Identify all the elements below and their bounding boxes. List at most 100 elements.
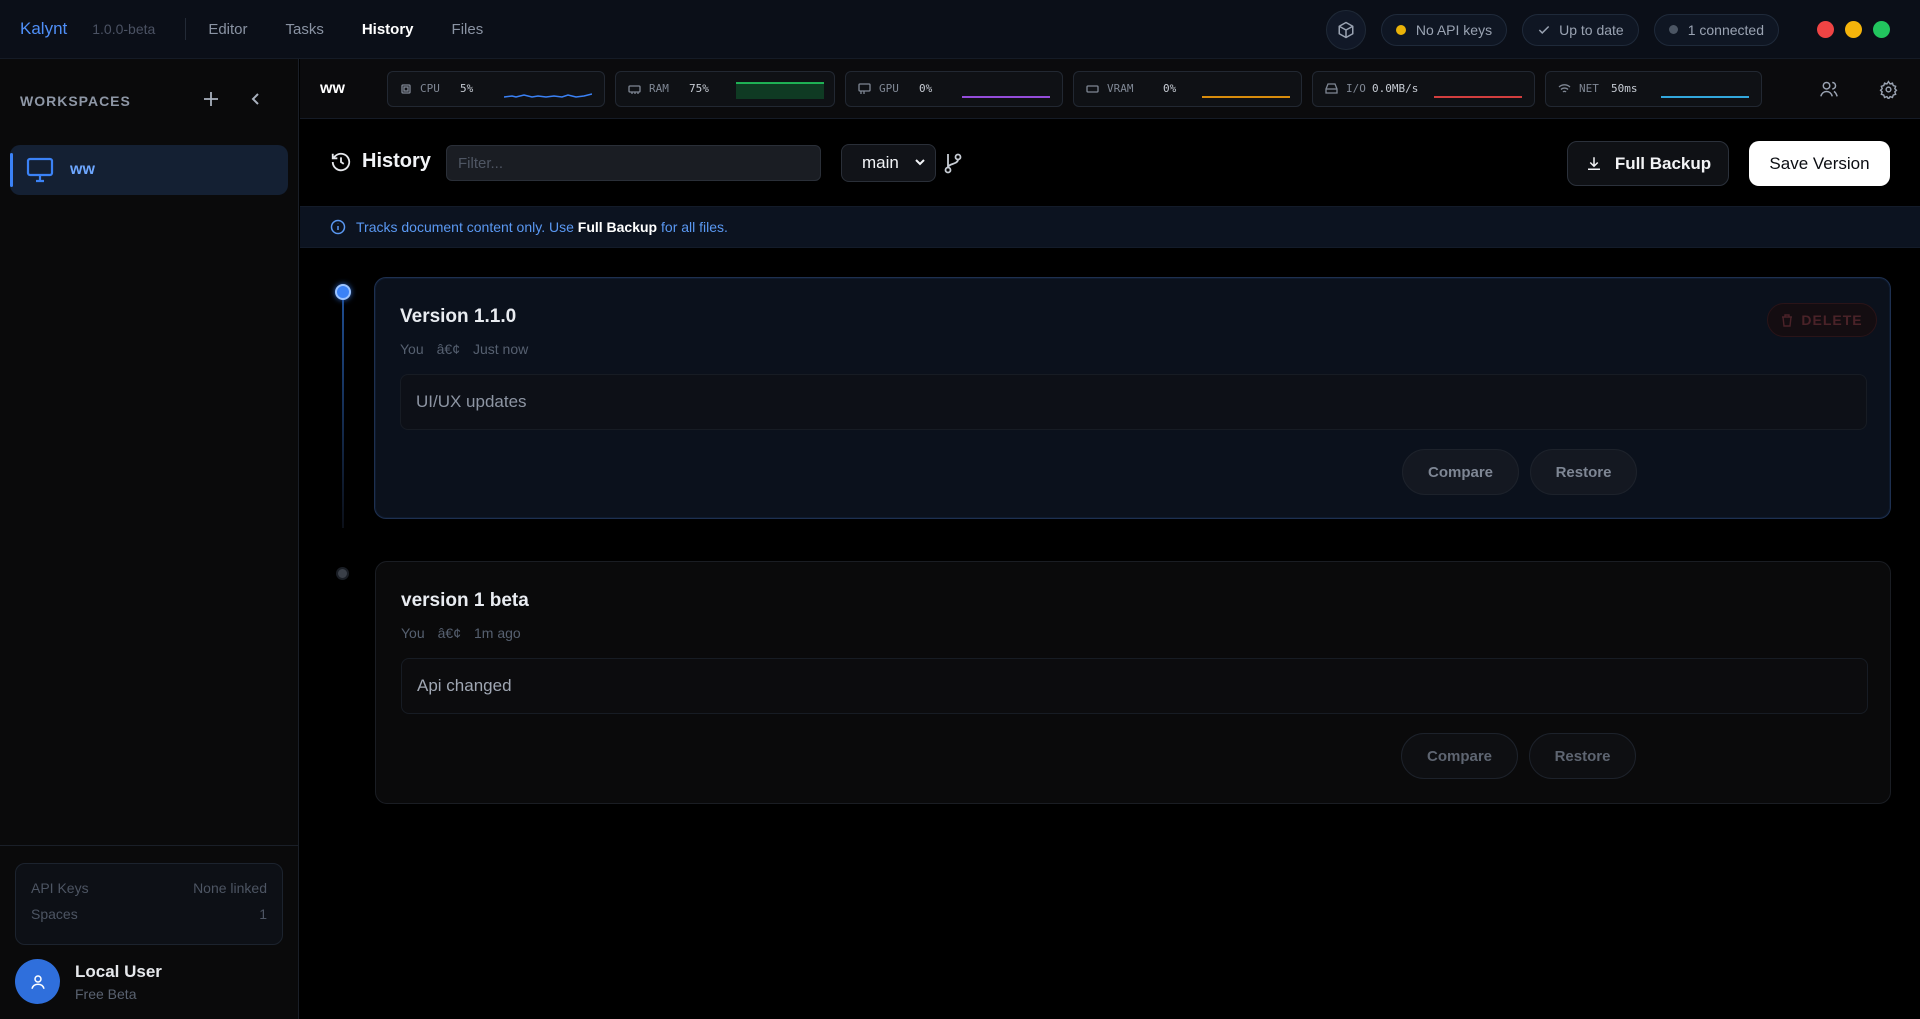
app-version: 1.0.0-beta	[92, 21, 156, 37]
ram-meter: RAM 75%	[615, 70, 835, 107]
cpu-sparkline	[504, 92, 592, 98]
workspace-item-ww[interactable]: ww	[10, 145, 288, 195]
net-meter: NET 50ms	[1545, 70, 1762, 107]
info-banner-text: Tracks document content only. Use Full B…	[356, 219, 728, 235]
version-author: You	[401, 625, 425, 641]
stat-spaces: Spaces 1	[31, 906, 267, 922]
git-branch-icon	[944, 153, 962, 174]
chevron-left-icon	[251, 93, 259, 105]
connection-dot	[1668, 25, 1678, 34]
full-backup-button[interactable]: Full Backup	[1567, 141, 1729, 186]
info-banner: Tracks document content only. Use Full B…	[300, 206, 1920, 248]
workspaces-header: WORKSPACES	[0, 59, 298, 143]
api-keys-status-label: No API keys	[1415, 21, 1493, 38]
meter-value: 75%	[689, 82, 709, 95]
banner-bold: Full Backup	[577, 219, 658, 235]
warning-dot	[1395, 24, 1406, 35]
chevron-down-icon	[915, 159, 925, 166]
minimize-window-button[interactable]	[1845, 21, 1862, 38]
divider	[185, 18, 187, 40]
restore-button[interactable]: Restore	[1530, 449, 1637, 495]
meter-value: 0.0MB/s	[1372, 82, 1419, 95]
timeline-dot	[336, 567, 349, 580]
monitor-icon	[26, 157, 54, 183]
user-profile[interactable]: Local User Free Beta	[15, 959, 162, 1004]
version-time: 1m ago	[473, 625, 521, 641]
meta-separator: â€¢	[437, 625, 461, 641]
nav-tasks[interactable]: Tasks	[286, 21, 324, 38]
memory-icon	[1086, 84, 1099, 93]
download-icon	[1587, 156, 1600, 170]
maximize-window-button[interactable]	[1873, 21, 1890, 38]
info-icon	[330, 219, 346, 235]
stat-api-keys: API Keys None linked	[31, 880, 267, 896]
delete-version-button[interactable]: DELETE	[1767, 303, 1877, 337]
meter-label: RAM	[649, 82, 669, 95]
connections-status-label: 1 connected	[1687, 21, 1764, 38]
history-heading: History	[330, 150, 431, 173]
compare-button[interactable]: Compare	[1401, 733, 1518, 779]
monitor-workspace-name: ww	[320, 79, 345, 97]
update-status-label: Up to date	[1559, 21, 1624, 38]
meter-value: 0%	[1163, 82, 1177, 95]
nav-files[interactable]: Files	[452, 21, 484, 38]
users-button[interactable]	[1819, 80, 1839, 98]
title-bar: Kalynt 1.0.0-beta Editor Tasks History F…	[0, 0, 1920, 59]
vram-meter: VRAM 0%	[1073, 70, 1302, 107]
branch-select-value: main	[862, 153, 899, 172]
disk-icon	[1325, 83, 1338, 94]
nav-history[interactable]: History	[362, 21, 414, 38]
wifi-icon	[1558, 84, 1571, 93]
ram-sparkline	[736, 81, 824, 99]
version-card[interactable]: version 1 beta You â€¢ 1m ago Api changed …	[375, 561, 1891, 804]
version-meta: You â€¢ Just now	[400, 341, 541, 357]
meter-value: 5%	[460, 82, 474, 95]
banner-suffix: for all files.	[657, 219, 728, 235]
trash-icon	[1782, 313, 1793, 327]
avatar	[15, 959, 60, 1004]
save-version-button[interactable]: Save Version	[1749, 141, 1890, 186]
compare-button[interactable]: Compare	[1402, 449, 1519, 495]
package-button[interactable]	[1325, 9, 1366, 50]
branch-select[interactable]: main	[841, 144, 936, 182]
meta-separator: â€¢	[436, 341, 460, 357]
connections-status[interactable]: 1 connected	[1653, 13, 1779, 46]
stat-label: API Keys	[31, 880, 89, 896]
gpu-sparkline	[962, 95, 1050, 98]
stat-label: Spaces	[31, 906, 78, 922]
close-window-button[interactable]	[1817, 21, 1834, 38]
version-card[interactable]: Version 1.1.0 You â€¢ Just now DELETE UI/U…	[374, 277, 1891, 519]
version-description: Api changed	[401, 658, 1868, 714]
resource-monitor: ww CPU 5% RAM 75% GPU 0% VRAM 0% I/O 0.0…	[300, 59, 1920, 119]
version-title: version 1 beta	[401, 590, 529, 611]
filter-input[interactable]	[446, 145, 821, 181]
settings-button[interactable]	[1879, 79, 1898, 99]
timeline-line	[342, 288, 344, 528]
history-toolbar: History main Full Backup Save Version	[300, 120, 1920, 206]
api-keys-status[interactable]: No API keys	[1380, 13, 1508, 46]
full-backup-label: Full Backup	[1614, 153, 1712, 173]
chip-icon	[401, 83, 411, 94]
workspaces-title: WORKSPACES	[20, 93, 131, 109]
user-plan: Free Beta	[75, 985, 137, 1002]
branch-button[interactable]	[943, 152, 963, 174]
meter-value: 0%	[919, 82, 933, 95]
meter-label: I/O	[1346, 82, 1366, 95]
package-icon	[1338, 21, 1354, 38]
page-title: History	[362, 150, 431, 172]
sidebar: WORKSPACES ww API Keys None linked Space…	[0, 59, 299, 1019]
collapse-sidebar-button[interactable]	[250, 92, 262, 111]
workspace-item-label: ww	[70, 161, 95, 178]
active-indicator	[10, 153, 13, 187]
restore-button[interactable]: Restore	[1529, 733, 1636, 779]
meter-label: VRAM	[1107, 82, 1134, 95]
version-time: Just now	[472, 341, 529, 357]
vram-sparkline	[1202, 95, 1290, 98]
user-icon	[30, 974, 45, 989]
version-description: UI/UX updates	[400, 374, 1867, 430]
add-workspace-button[interactable]	[203, 87, 219, 113]
update-status[interactable]: Up to date	[1522, 13, 1639, 46]
history-icon	[331, 152, 351, 171]
monitor-actions	[1819, 59, 1920, 119]
nav-editor[interactable]: Editor	[208, 21, 247, 38]
